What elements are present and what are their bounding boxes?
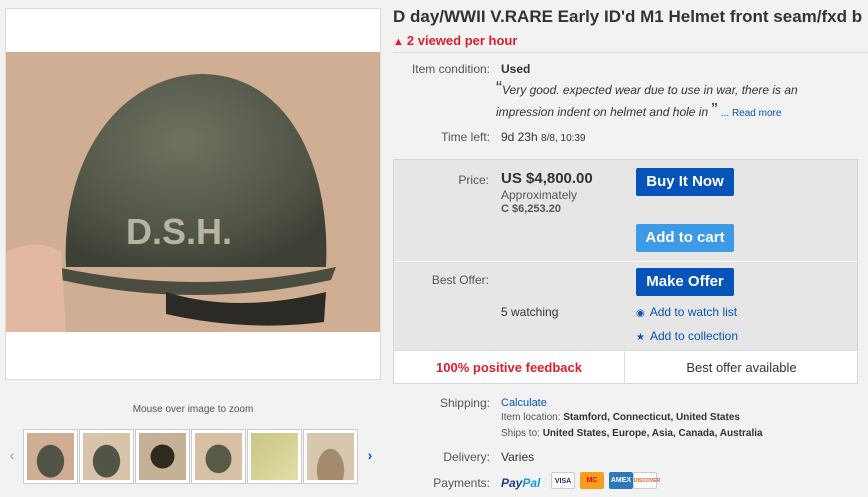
thumbnail-6[interactable]: [303, 429, 358, 484]
thumbnail-2[interactable]: [79, 429, 134, 484]
add-to-watch-list-link[interactable]: ◉ Add to watch list: [636, 305, 737, 319]
approx-label: Approximately: [501, 188, 578, 202]
panel-separator: [394, 261, 857, 262]
price-label: Price:: [458, 173, 489, 187]
add-to-cart-button[interactable]: Add to cart: [636, 224, 734, 252]
approx-value: C $6,253.20: [501, 203, 561, 215]
close-quote-icon: ”: [711, 100, 718, 120]
watch-list-text: Add to watch list: [649, 305, 738, 319]
helmet-photo[interactable]: D.S.H.: [6, 52, 380, 332]
zoom-hint: Mouse over image to zoom: [132, 404, 254, 415]
mastercard-icon: MC: [580, 472, 604, 489]
time-left-duration: 9d 23h: [501, 130, 538, 144]
paypal-logo: PayPal: [501, 476, 540, 490]
buy-panel: Price: US $4,800.00 Approximately C $6,2…: [393, 159, 858, 384]
read-more-link[interactable]: ... Read more: [721, 108, 782, 119]
time-left-value: 9d 23h 8/8, 10:39: [501, 130, 586, 144]
thumbnail-1[interactable]: [23, 429, 78, 484]
chevron-right-icon[interactable]: ›: [363, 447, 377, 463]
feedback-bar: 100% positive feedback Best offer availa…: [394, 350, 857, 384]
time-left-date: 8/8, 10:39: [541, 133, 586, 144]
visa-icon: VISA: [551, 472, 575, 489]
helmet-marking: D.S.H.: [126, 211, 232, 252]
condition-description: “Very good. expected wear due to use in …: [496, 79, 826, 125]
listing-title: D day/WWII V.RARE Early ID'd M1 Helmet f…: [393, 7, 863, 26]
buy-it-now-button[interactable]: Buy It Now: [636, 168, 734, 196]
thumbnail-3[interactable]: [135, 429, 190, 484]
item-location-value: Stamford, Connecticut, United States: [563, 412, 740, 423]
viewed-per-hour: ▲ 2 viewed per hour: [393, 33, 517, 48]
item-location: Item location: Stamford, Connecticut, Un…: [501, 412, 740, 423]
make-offer-button[interactable]: Make Offer: [636, 268, 734, 296]
star-icon: ★: [636, 332, 645, 343]
ships-to-value: United States, Europe, Asia, Canada, Aus…: [542, 428, 763, 439]
flame-icon: ▲: [393, 36, 404, 48]
time-left-label: Time left:: [441, 130, 490, 144]
amex-icon: AMEX: [609, 472, 633, 489]
condition-label: Item condition:: [411, 62, 490, 76]
shipping-calculate-link[interactable]: Calculate: [501, 397, 547, 409]
payments-label: Payments:: [433, 476, 490, 490]
best-offer-available: Best offer available: [686, 360, 797, 375]
paypal-pal: Pal: [522, 476, 541, 490]
delivery-label: Delivery:: [443, 450, 490, 464]
thumbnail-4[interactable]: [191, 429, 246, 484]
eye-icon: ◉: [636, 308, 645, 319]
paypal-pay: Pay: [501, 476, 523, 490]
condition-value: Used: [501, 62, 531, 76]
chevron-left-icon[interactable]: ‹: [5, 447, 19, 463]
delivery-value: Varies: [501, 450, 535, 464]
helmet-illustration: D.S.H.: [6, 52, 380, 332]
best-offer-label: Best Offer:: [431, 273, 489, 287]
thumbnail-5[interactable]: [247, 429, 302, 484]
add-to-collection-link[interactable]: ★ Add to collection: [636, 329, 738, 343]
price-value: US $4,800.00: [501, 170, 593, 187]
collection-text: Add to collection: [649, 329, 739, 343]
positive-feedback: 100% positive feedback: [394, 351, 625, 384]
discover-icon: DISCOVER: [633, 472, 660, 489]
listing-page: D.S.H. Mouse over image to zoom ‹ › D da…: [0, 0, 868, 497]
viewed-text: 2 viewed per hour: [406, 33, 518, 48]
ships-to: Ships to: United States, Europe, Asia, C…: [501, 428, 763, 439]
main-image-frame[interactable]: D.S.H.: [5, 8, 381, 380]
thumbnail-strip: ‹ ›: [5, 429, 381, 484]
shipping-label: Shipping:: [439, 396, 490, 410]
watching-count: 5 watching: [501, 305, 559, 319]
ships-to-label: Ships to:: [501, 428, 540, 439]
item-location-label: Item location:: [501, 412, 561, 423]
title-divider: [393, 52, 868, 53]
